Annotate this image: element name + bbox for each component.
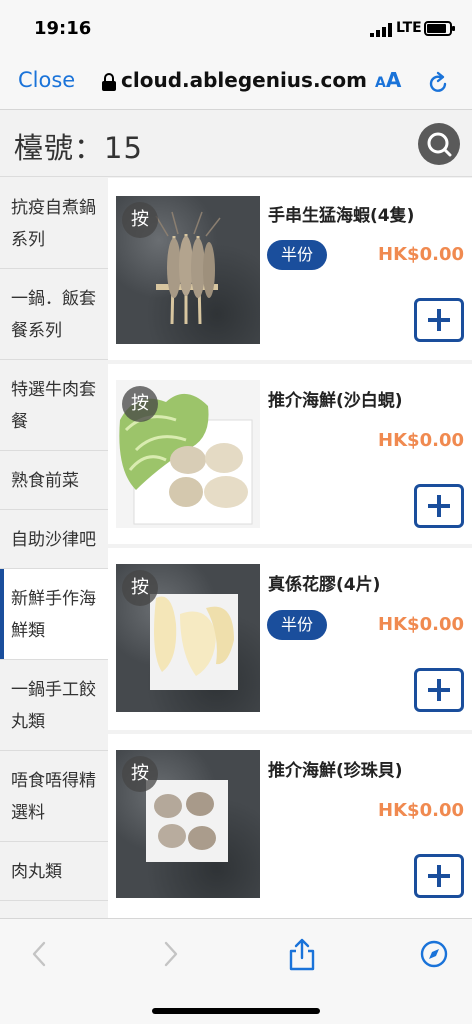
battery-level: [427, 24, 446, 33]
press-badge: 按: [122, 386, 158, 422]
search-icon: [427, 132, 452, 157]
compass-icon[interactable]: [419, 937, 449, 971]
press-badge: 按: [122, 202, 158, 238]
category-item[interactable]: 一鍋手工餃 丸類: [0, 660, 108, 751]
category-label-line2: 餐: [11, 412, 28, 432]
menu-list: 按 手串生猛海蝦(4隻) 半份 HK$0.00 按 推介海鮮(沙白蜆) HK$0…: [108, 178, 472, 918]
item-name: 推介海鮮(珍珠貝): [268, 761, 403, 781]
menu-item: 按 真係花膠(4片) 半份 HK$0.00: [108, 548, 472, 730]
category-label-line1: 唔食唔得精: [11, 771, 96, 791]
category-label-line1: 熟食前菜: [11, 471, 79, 491]
forward-icon[interactable]: [156, 937, 186, 971]
share-icon[interactable]: [287, 937, 317, 971]
item-name: 真係花膠(4片): [268, 575, 381, 595]
item-name: 手串生猛海蝦(4隻): [268, 206, 415, 226]
category-label-line1: 抗疫自煮鍋: [11, 198, 96, 218]
item-photo-pearl-shell[interactable]: 按: [116, 750, 260, 898]
page-header: 檯號：15: [0, 111, 472, 177]
press-badge: 按: [122, 570, 158, 606]
text-size-small: A: [375, 75, 386, 91]
lock-icon: [102, 73, 116, 91]
category-label-line2: 選料: [11, 803, 45, 823]
category-label-line2: 丸類: [11, 712, 45, 732]
status-time: 19:16: [34, 18, 92, 39]
add-button[interactable]: [414, 668, 464, 712]
category-label-line2: 系列: [11, 230, 45, 250]
reload-icon[interactable]: [426, 71, 450, 95]
category-item[interactable]: 新鮮手作海 鮮類: [0, 569, 108, 660]
close-button[interactable]: Close: [18, 68, 75, 92]
battery-icon: [424, 21, 455, 36]
press-badge: 按: [122, 756, 158, 792]
menu-item: 按 推介海鮮(珍珠貝) HK$0.00: [108, 734, 472, 918]
category-item[interactable]: 肉丸類: [0, 842, 108, 901]
item-photo-clams[interactable]: 按: [116, 380, 260, 528]
half-portion-button[interactable]: 半份: [267, 240, 327, 270]
add-button[interactable]: [414, 854, 464, 898]
status-bar: 19:16 LTE: [0, 0, 472, 58]
network-label: LTE: [396, 20, 422, 36]
item-price: HK$0.00: [378, 614, 464, 635]
category-label-line1: 一鍋手工餃: [11, 680, 96, 700]
url-field[interactable]: cloud.ablegenius.com: [121, 68, 367, 92]
category-item[interactable]: 特選牛肉套餐: [0, 360, 108, 451]
signal-icon: [370, 23, 392, 37]
item-price: HK$0.00: [378, 430, 464, 451]
add-button[interactable]: [414, 298, 464, 342]
item-photo-shrimp[interactable]: 按: [116, 196, 260, 344]
category-label-line2: 鮮類: [11, 621, 45, 641]
half-portion-button[interactable]: 半份: [267, 610, 327, 640]
category-item[interactable]: 抗疫自煮鍋 系列: [0, 178, 108, 269]
back-icon[interactable]: [24, 937, 54, 971]
category-item[interactable]: 一鍋．飯套餐系列: [0, 269, 108, 360]
category-item[interactable]: 唔食唔得精 選料: [0, 751, 108, 842]
category-label-line2: 餐系列: [11, 321, 62, 341]
category-label-line1: 肉丸類: [11, 862, 62, 882]
category-item[interactable]: 熟食前菜: [0, 451, 108, 510]
category-label-line1: 自助沙律吧: [11, 530, 96, 550]
text-size-large: A: [385, 68, 402, 92]
category-label-line1: 特選牛肉套: [11, 380, 96, 400]
home-indicator: [152, 1008, 320, 1014]
screen: 19:16 LTE Close cloud.ablegenius.com AA …: [0, 0, 472, 1024]
menu-item: 按 推介海鮮(沙白蜆) HK$0.00: [108, 364, 472, 544]
add-button[interactable]: [414, 484, 464, 528]
table-number: 檯號：15: [14, 131, 143, 165]
category-item[interactable]: 自助沙律吧: [0, 510, 108, 569]
browser-toolbar: [0, 918, 472, 1024]
search-button[interactable]: [418, 123, 460, 165]
item-name: 推介海鮮(沙白蜆): [268, 391, 403, 411]
item-price: HK$0.00: [378, 244, 464, 265]
text-size-button[interactable]: AA: [375, 68, 401, 92]
menu-item: 按 手串生猛海蝦(4隻) 半份 HK$0.00: [108, 178, 472, 360]
browser-bar: Close cloud.ablegenius.com AA: [0, 58, 472, 110]
category-label-line1: 新鮮手作海: [11, 589, 96, 609]
item-price: HK$0.00: [378, 800, 464, 821]
item-photo-fish-maw[interactable]: 按: [116, 564, 260, 712]
category-label-line1: 一鍋．飯套: [11, 289, 96, 309]
category-sidebar: 抗疫自煮鍋 系列 一鍋．飯套 餐系列 特選牛肉套餐熟食前菜 自助沙律吧 新鮮手作海 鮮類 一鍋手…: [0, 178, 108, 918]
